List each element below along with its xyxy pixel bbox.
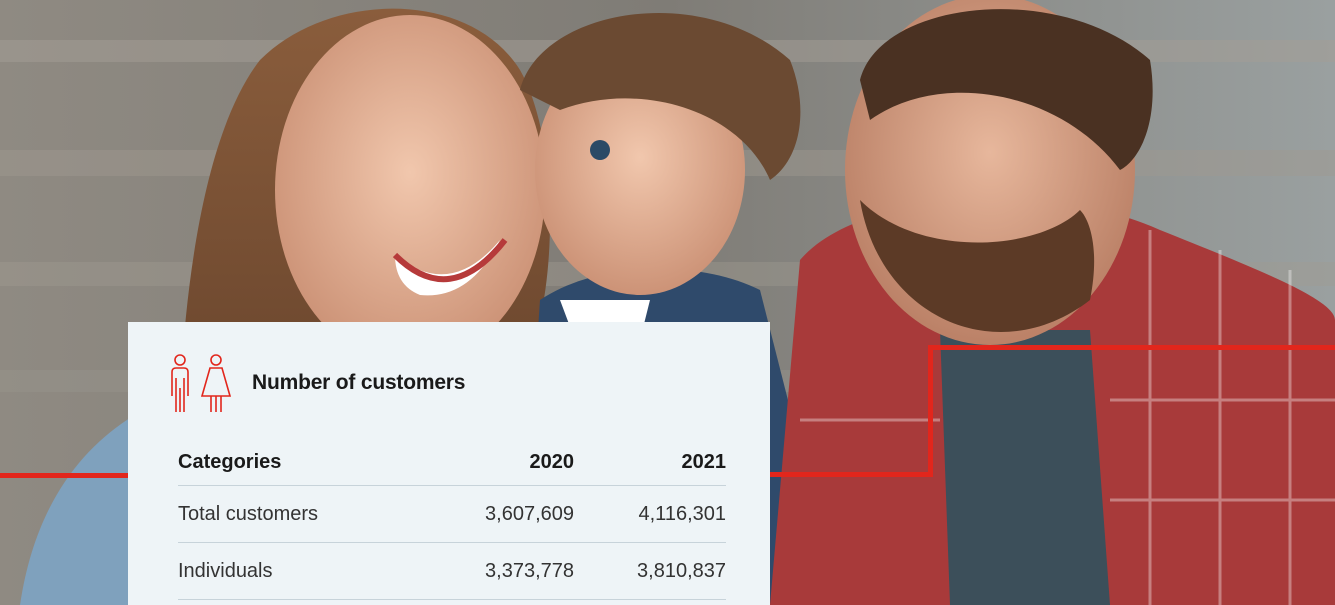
accent-line-middle [770, 472, 933, 477]
column-header-2020: 2020 [438, 439, 574, 486]
customers-table: Categories 2020 2021 Total customers 3,6… [178, 439, 726, 600]
people-man-woman-icon [166, 352, 236, 414]
row-value-2020: 3,373,778 [438, 542, 574, 600]
table-row: Total customers 3,607,609 4,116,301 [178, 485, 726, 543]
accent-line-vertical [928, 345, 933, 477]
row-value-2021: 4,116,301 [574, 485, 726, 543]
card-header: Number of customers [166, 352, 465, 414]
customers-card: Number of customers Categories 2020 2021… [128, 322, 770, 605]
column-header-2021: 2021 [574, 439, 726, 486]
accent-line-right [928, 345, 1335, 350]
table-row: Individuals 3,373,778 3,810,837 [178, 542, 726, 600]
row-value-2021: 3,810,837 [574, 542, 726, 600]
row-category: Total customers [178, 485, 438, 543]
column-header-categories: Categories [178, 439, 438, 486]
row-category: Individuals [178, 542, 438, 600]
accent-line-left [0, 473, 128, 478]
table-header-row: Categories 2020 2021 [178, 439, 726, 486]
card-title: Number of customers [252, 371, 466, 394]
row-value-2020: 3,607,609 [438, 485, 574, 543]
